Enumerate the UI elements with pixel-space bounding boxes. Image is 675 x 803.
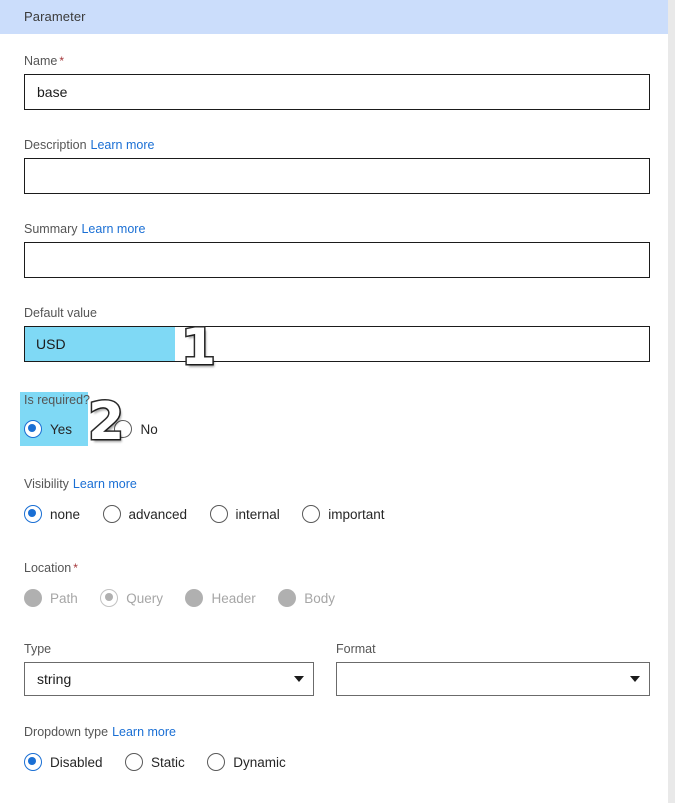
is-required-label: Is required? (24, 393, 91, 407)
is-required-option-yes-label: Yes (50, 421, 73, 437)
default-value-label: Default value (24, 306, 97, 320)
dropdown-type-option-disabled-label: Disabled (50, 754, 103, 770)
visibility-learn-more-link[interactable]: Learn more (73, 477, 137, 491)
radio-button-icon (302, 505, 321, 523)
chevron-down-icon (630, 676, 640, 682)
visibility-label: Visibility Learn more (24, 477, 137, 491)
visibility-option-advanced-label: advanced (128, 506, 188, 522)
type-label: Type (24, 642, 52, 656)
location-option-header: Header (185, 589, 256, 607)
radio-button-icon (124, 753, 143, 771)
is-required-option-no[interactable]: No (114, 420, 158, 438)
format-label: Format (336, 642, 376, 656)
radio-button-icon (24, 420, 42, 438)
radio-button-icon (100, 589, 119, 607)
name-required-asterisk: * (59, 54, 65, 68)
radio-button-icon (24, 589, 42, 607)
name-input[interactable] (24, 74, 650, 110)
location-option-path: Path (24, 589, 78, 607)
location-label-text: Location (24, 561, 72, 575)
name-label-text: Name (24, 54, 58, 68)
visibility-option-important[interactable]: important (302, 505, 385, 523)
is-required-option-no-label: No (140, 421, 158, 437)
radio-button-icon (278, 589, 297, 607)
location-option-body: Body (278, 589, 335, 607)
dropdown-type-option-dynamic[interactable]: Dynamic (207, 753, 286, 771)
summary-input[interactable] (24, 242, 650, 278)
parameter-panel: Parameter Name* DescriptionLearn more Su… (0, 0, 675, 803)
radio-button-icon (24, 505, 42, 523)
location-option-path-label: Path (50, 590, 78, 606)
radio-button-icon (114, 420, 133, 438)
dropdown-type-option-static-label: Static (150, 754, 185, 770)
default-value-input[interactable] (24, 326, 650, 362)
location-radio-group: Path Query Header Body (24, 589, 353, 607)
visibility-option-internal[interactable]: internal (209, 505, 280, 523)
format-select[interactable] (336, 662, 650, 696)
name-label: Name * (24, 54, 64, 68)
summary-label: Summary Learn more (24, 222, 145, 236)
visibility-label-text: Visibility (24, 477, 69, 491)
description-label-text: Description (24, 138, 87, 152)
dropdown-type-option-disabled[interactable]: Disabled (24, 753, 103, 771)
radio-button-icon (24, 753, 42, 771)
visibility-option-none[interactable]: none (24, 505, 80, 523)
visibility-option-advanced[interactable]: advanced (102, 505, 188, 523)
summary-label-text: Summary (24, 222, 78, 236)
radio-button-icon (207, 753, 226, 771)
dropdown-type-learn-more-link[interactable]: Learn more (112, 725, 176, 739)
location-option-query: Query (100, 589, 163, 607)
radio-button-icon (185, 589, 204, 607)
dropdown-type-label-text: Dropdown type (24, 725, 109, 739)
is-required-option-yes[interactable]: Yes (24, 420, 72, 438)
dropdown-type-label: Dropdown type Learn more (24, 725, 176, 739)
visibility-option-none-label: none (50, 506, 81, 522)
dropdown-type-option-static[interactable]: Static (124, 753, 185, 771)
page-title: Parameter (24, 9, 86, 24)
location-option-query-label: Query (126, 590, 163, 606)
dropdown-type-option-dynamic-label: Dynamic (233, 754, 286, 770)
location-label: Location * (24, 561, 78, 575)
description-input[interactable] (24, 158, 650, 194)
radio-button-icon (102, 505, 121, 523)
location-option-header-label: Header (211, 590, 256, 606)
type-select[interactable]: string (24, 662, 314, 696)
visibility-option-important-label: important (328, 506, 385, 522)
panel-header: Parameter (0, 0, 668, 34)
default-value-selected-text: USD (36, 336, 66, 352)
visibility-radio-group: none advanced internal important (24, 505, 403, 523)
dropdown-type-radio-group: Disabled Static Dynamic (24, 753, 304, 771)
description-label: Description Learn more (24, 138, 154, 152)
summary-learn-more-link[interactable]: Learn more (81, 222, 145, 236)
visibility-option-internal-label: internal (235, 506, 280, 522)
radio-button-icon (209, 505, 228, 523)
chevron-down-icon (294, 676, 304, 682)
type-select-value: string (37, 671, 72, 687)
is-required-radio-group: Yes No (24, 420, 176, 438)
description-learn-more-link[interactable]: Learn more (91, 138, 155, 152)
location-option-body-label: Body (304, 590, 335, 606)
location-required-asterisk: * (73, 561, 78, 575)
